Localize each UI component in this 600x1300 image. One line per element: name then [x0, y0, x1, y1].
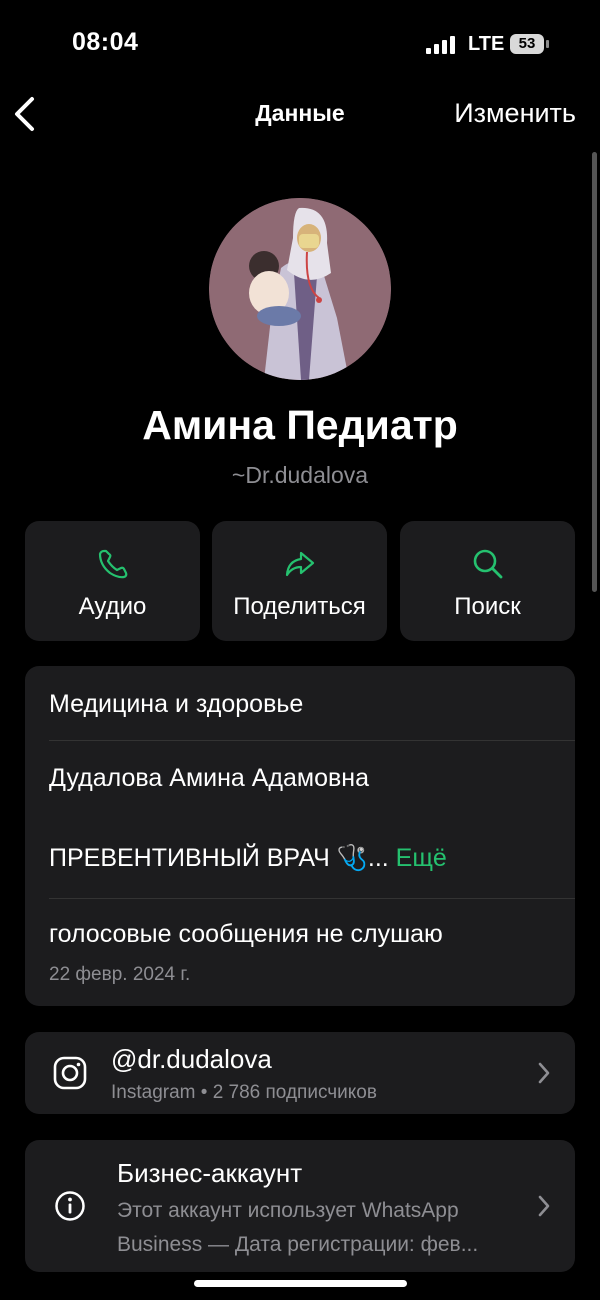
- instagram-subtitle: Instagram • 2 786 подписчиков: [111, 1082, 377, 1103]
- network-type: LTE: [468, 33, 505, 55]
- search-button[interactable]: Поиск: [400, 521, 575, 641]
- scrollbar[interactable]: [592, 152, 597, 592]
- business-account-row[interactable]: Бизнес-аккаунт Этот аккаунт использует W…: [25, 1140, 575, 1272]
- audio-call-button[interactable]: Аудио: [25, 521, 200, 641]
- description-text: ПРЕВЕНТИВНЫЙ ВРАЧ 🩺...: [49, 844, 389, 872]
- battery-tip: [546, 40, 549, 48]
- chevron-right-icon: [538, 1062, 550, 1084]
- share-label: Поделиться: [233, 593, 366, 620]
- business-account-line1: Этот аккаунт использует WhatsApp: [117, 1199, 459, 1222]
- battery-level: 53: [510, 34, 544, 54]
- search-label: Поиск: [454, 593, 521, 620]
- business-category: Медицина и здоровье: [49, 690, 304, 718]
- share-icon: [285, 551, 315, 577]
- status-time: 08:04: [72, 28, 139, 56]
- business-account-line2: Business — Дата регистрации: фев...: [117, 1233, 479, 1256]
- business-description[interactable]: ПРЕВЕНТИВНЫЙ ВРАЧ 🩺... Ещё: [49, 844, 447, 873]
- battery-icon: 53: [510, 34, 550, 54]
- share-button[interactable]: Поделиться: [212, 521, 387, 641]
- instagram-icon: [53, 1056, 87, 1090]
- business-full-name: Дудалова Амина Адамовна: [49, 764, 369, 792]
- edit-button[interactable]: Изменить: [454, 98, 576, 129]
- about-status: голосовые сообщения не слушаю: [49, 920, 443, 948]
- divider: [49, 740, 575, 741]
- read-more-link[interactable]: Ещё: [396, 844, 447, 872]
- home-indicator[interactable]: [194, 1280, 407, 1287]
- cellular-signal-icon: [426, 36, 455, 54]
- profile-username: ~Dr.dudalova: [231, 462, 369, 488]
- phone-icon: [98, 549, 128, 579]
- divider: [49, 898, 575, 899]
- avatar-illustration: [209, 198, 391, 380]
- profile-name: Амина Педиатр: [142, 402, 458, 448]
- profile-avatar[interactable]: [209, 198, 391, 380]
- instagram-handle: @dr.dudalova: [111, 1044, 272, 1074]
- business-account-title: Бизнес-аккаунт: [117, 1158, 303, 1188]
- search-icon: [473, 549, 503, 579]
- chevron-right-icon: [538, 1195, 550, 1217]
- info-card: Медицина и здоровье Дудалова Амина Адамо…: [25, 666, 575, 1006]
- info-icon: [55, 1191, 85, 1221]
- instagram-link-row[interactable]: @dr.dudalova Instagram • 2 786 подписчик…: [25, 1032, 575, 1114]
- about-status-date: 22 февр. 2024 г.: [49, 964, 191, 985]
- audio-call-label: Аудио: [78, 593, 147, 620]
